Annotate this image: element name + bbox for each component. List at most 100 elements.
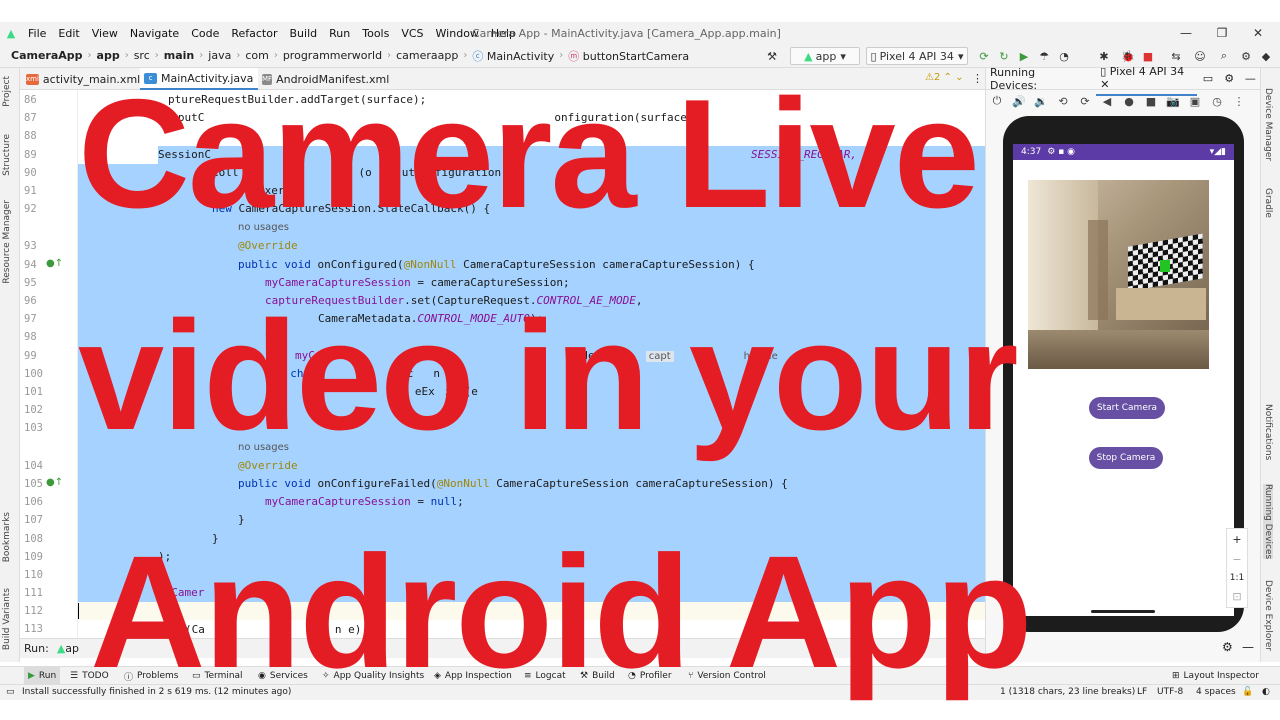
overview-icon[interactable]: ■ bbox=[1140, 95, 1162, 108]
breadcrumb-src[interactable]: src bbox=[131, 49, 153, 62]
close-tab-icon[interactable]: ✕ bbox=[1100, 78, 1109, 91]
menu-view[interactable]: View bbox=[86, 27, 124, 40]
menu-file[interactable]: File bbox=[22, 27, 52, 40]
search-icon[interactable]: ⌕ bbox=[1216, 47, 1232, 65]
tab-main-activity[interactable]: c MainActivity.java bbox=[140, 68, 258, 90]
gear-icon[interactable]: ⚙ bbox=[1222, 640, 1233, 654]
selection-info[interactable]: 1 (1318 chars, 23 line breaks) bbox=[1000, 687, 1135, 697]
app-quality-insights-tool-button[interactable]: ✧ App Quality Insights bbox=[322, 667, 424, 685]
indent-setting[interactable]: 4 spaces bbox=[1196, 687, 1236, 697]
todo-tool-button[interactable]: ☰ TODO bbox=[70, 667, 109, 685]
breadcrumb-package-1[interactable]: programmerworld bbox=[280, 49, 385, 62]
hide-panel-icon[interactable]: — bbox=[1240, 72, 1261, 85]
zoom-out-button[interactable]: − bbox=[1232, 553, 1241, 566]
volume-down-icon[interactable]: 🔉 bbox=[1030, 95, 1052, 108]
lock-icon[interactable]: 🔓 bbox=[1242, 687, 1253, 697]
minimize-icon[interactable]: — bbox=[1168, 22, 1204, 44]
menu-tools[interactable]: Tools bbox=[356, 27, 395, 40]
profile-icon[interactable]: ◔ bbox=[1056, 47, 1072, 65]
logcat-tool-button[interactable]: ≡ Logcat bbox=[524, 667, 566, 685]
device-manager-tool[interactable]: Device Manager bbox=[1263, 88, 1273, 161]
bookmarks-tool[interactable]: Bookmarks bbox=[2, 512, 12, 562]
breadcrumb-module[interactable]: app bbox=[94, 49, 123, 62]
more-options-icon[interactable]: ⋮ bbox=[1228, 95, 1250, 108]
breadcrumb-main[interactable]: main bbox=[161, 49, 198, 62]
rerun-icon[interactable]: ⟳ bbox=[976, 47, 992, 65]
code-editor[interactable]: 86 87 88 89 90 91 92 93 94 95 96 97 98 9… bbox=[20, 90, 985, 638]
more-tabs-icon[interactable]: ⋮ bbox=[972, 72, 983, 85]
file-encoding[interactable]: UTF-8 bbox=[1157, 687, 1183, 697]
notifications-tool[interactable]: Notifications bbox=[1263, 404, 1273, 460]
breadcrumb-project[interactable]: CameraApp bbox=[8, 49, 86, 62]
menu-refactor[interactable]: Refactor bbox=[225, 27, 283, 40]
run-config-select[interactable]: ▲ app ▾ bbox=[790, 47, 860, 65]
code-text: r(), bbox=[277, 184, 305, 197]
implements-gutter-icon[interactable]: ●↑ bbox=[46, 258, 63, 269]
screen-record-icon[interactable]: ▣ bbox=[1184, 95, 1206, 108]
menu-code[interactable]: Code bbox=[185, 27, 225, 40]
breadcrumb-package-2[interactable]: cameraapp bbox=[393, 49, 461, 62]
phone-screen[interactable]: 4:37 ⚙ ▪ ◉ ▾◢▮ Start Camera Stop Camera bbox=[1013, 144, 1234, 616]
implements-gutter-icon[interactable]: ●↑ bbox=[46, 477, 63, 488]
menu-build[interactable]: Build bbox=[284, 27, 324, 40]
volume-up-icon[interactable]: 🔊 bbox=[1008, 95, 1030, 108]
menu-navigate[interactable]: Navigate bbox=[124, 27, 185, 40]
new-tab-icon[interactable]: ▭ bbox=[1197, 72, 1218, 85]
breadcrumb-class[interactable]: ⓒ MainActivity bbox=[469, 48, 557, 64]
hammer-icon[interactable]: ⚒ bbox=[760, 47, 784, 65]
tab-android-manifest[interactable]: MF AndroidManifest.xml bbox=[258, 68, 389, 90]
status-message[interactable]: Install successfully finished in 2 s 619… bbox=[22, 687, 291, 697]
build-variants-tool[interactable]: Build Variants bbox=[2, 588, 12, 650]
tab-activity-main[interactable]: xml activity_main.xml bbox=[22, 68, 140, 90]
apply-changes-icon[interactable]: ↻ bbox=[996, 47, 1012, 65]
chevron-down-icon[interactable]: ⌄ bbox=[955, 72, 963, 83]
screenshot-icon[interactable]: 📷 bbox=[1162, 95, 1184, 108]
coverage-icon[interactable]: ☂ bbox=[1036, 47, 1052, 65]
device-explorer-tool[interactable]: Device Explorer bbox=[1263, 580, 1273, 651]
rotate-left-icon[interactable]: ⟲ bbox=[1052, 95, 1074, 108]
device-select[interactable]: ▯ Pixel 4 API 34 ▾ bbox=[866, 47, 968, 65]
breadcrumb-java[interactable]: java bbox=[205, 49, 234, 62]
warning-indicator[interactable]: ⚠2 ⌃ ⌄ bbox=[925, 72, 964, 83]
hide-panel-icon[interactable]: — bbox=[1242, 640, 1254, 654]
terminal-tool-button[interactable]: ▭ Terminal bbox=[192, 667, 243, 685]
close-icon[interactable]: ✕ bbox=[1240, 22, 1276, 44]
zoom-in-button[interactable]: + bbox=[1232, 533, 1241, 546]
running-devices-tool[interactable]: Running Devices bbox=[1263, 484, 1273, 560]
gear-icon[interactable]: ⚙ bbox=[1238, 47, 1254, 65]
breadcrumb-com[interactable]: com bbox=[242, 49, 272, 62]
run-icon[interactable]: ▶ bbox=[1016, 47, 1032, 65]
run-tool-button[interactable]: ▶ Run bbox=[24, 667, 61, 685]
menu-edit[interactable]: Edit bbox=[52, 27, 85, 40]
power-icon[interactable]: ⏻ bbox=[986, 94, 1008, 108]
breadcrumb-field[interactable]: ⓜ buttonStartCamera bbox=[565, 48, 692, 64]
back-icon[interactable]: ◀ bbox=[1096, 95, 1118, 108]
menu-run[interactable]: Run bbox=[323, 27, 356, 40]
zoom-fit-icon[interactable]: ⊡ bbox=[1232, 590, 1241, 603]
stop-camera-button[interactable]: Stop Camera bbox=[1089, 447, 1163, 469]
line-ending[interactable]: LF bbox=[1137, 687, 1147, 697]
profiler-tool-button[interactable]: ◔ Profiler bbox=[628, 667, 672, 685]
gear-icon[interactable]: ⚙ bbox=[1219, 72, 1240, 85]
layout-inspector-tool-button[interactable]: ⊞ Layout Inspector bbox=[1172, 667, 1259, 685]
problems-tool-button[interactable]: ⓘ Problems bbox=[124, 667, 179, 685]
build-tool-button[interactable]: ⚒ Build bbox=[580, 667, 615, 685]
zoom-actual-size-button[interactable]: 1:1 bbox=[1230, 573, 1244, 583]
rotate-right-icon[interactable]: ⟳ bbox=[1074, 95, 1096, 108]
menu-vcs[interactable]: VCS bbox=[395, 27, 429, 40]
run-config-tab[interactable]: ▲ap bbox=[57, 642, 79, 655]
structure-tool[interactable]: Structure bbox=[2, 134, 12, 176]
restore-icon[interactable]: ❐ bbox=[1204, 22, 1240, 44]
version-control-tool-button[interactable]: ⑂ Version Control bbox=[688, 667, 766, 685]
resource-manager-tool[interactable]: Resource Manager bbox=[2, 200, 12, 284]
snapshot-icon[interactable]: ◷ bbox=[1206, 95, 1228, 108]
chevron-up-icon[interactable]: ⌃ bbox=[944, 72, 952, 83]
services-tool-button[interactable]: ◉ Services bbox=[258, 667, 308, 685]
app-inspection-tool-button[interactable]: ◈ App Inspection bbox=[434, 667, 512, 685]
gradle-tool[interactable]: Gradle bbox=[1263, 188, 1273, 218]
gesture-bar[interactable] bbox=[1091, 610, 1155, 613]
start-camera-button[interactable]: Start Camera bbox=[1089, 397, 1165, 419]
project-tool[interactable]: Project bbox=[2, 76, 12, 107]
home-icon[interactable]: ● bbox=[1118, 95, 1140, 108]
left-tool-strip: Project Structure Resource Manager Bookm… bbox=[0, 68, 20, 662]
